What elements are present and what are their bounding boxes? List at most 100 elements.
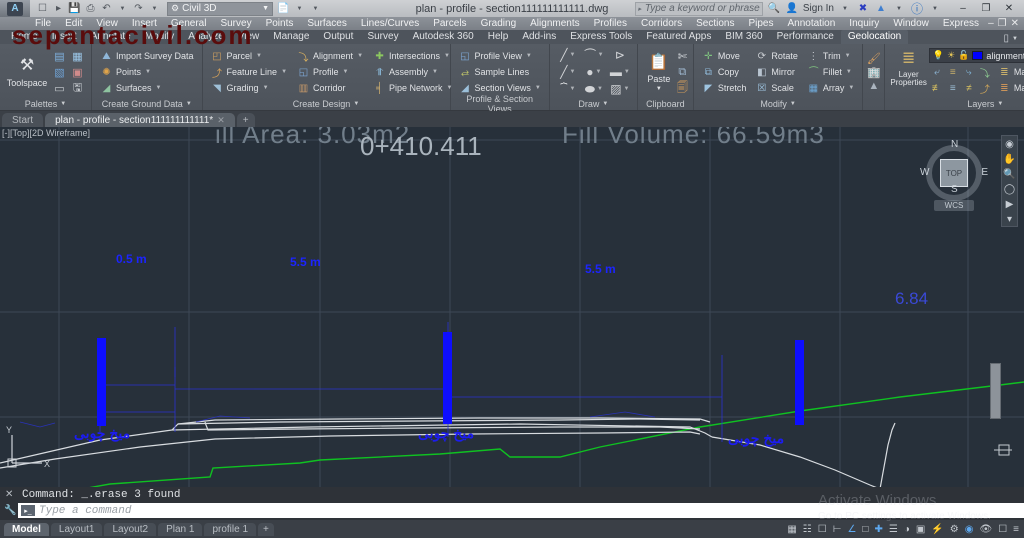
menu-item-profiles[interactable]: Profiles (587, 18, 634, 29)
command-settings-icon[interactable]: 🔧 (4, 505, 16, 516)
layer-freeze-icon[interactable]: ⤷ (961, 65, 977, 79)
transparency-icon[interactable]: ◑ (904, 524, 910, 535)
new-document-tab-button[interactable]: + (236, 113, 255, 127)
menu-item-surfaces[interactable]: Surfaces (300, 18, 353, 29)
ribbon-tab-autodesk360[interactable]: Autodesk 360 (406, 30, 481, 44)
ribbon-tab-home[interactable]: Home (4, 30, 45, 44)
layout-tab-layout2[interactable]: Layout2 (104, 522, 157, 536)
layer-on-icon[interactable]: ≢ (929, 81, 945, 95)
close-icon[interactable]: ✕ (217, 115, 225, 126)
pipe-network-button[interactable]: ╡ Pipe Network ▼ (370, 81, 455, 96)
viewcube[interactable]: TOP N S E W WCS (920, 137, 988, 211)
line-icon[interactable]: ╱ ▼ (555, 47, 581, 64)
move-button[interactable]: ✛ Move (699, 49, 750, 64)
arc-icon[interactable]: ⏜ ▼ (581, 47, 607, 64)
sheet-set-icon[interactable]: ▧ (51, 65, 68, 80)
layers-panel-label[interactable]: Layers ▼ (888, 98, 1024, 110)
snap-mode-icon[interactable]: ☐ (818, 524, 827, 535)
annotation-scale-icon[interactable]: ▣ (916, 524, 925, 535)
steering-wheel-icon[interactable]: ◉ (1005, 139, 1014, 150)
ribbon-tab-analyze[interactable]: Analyze (181, 30, 231, 44)
doc-restore-button[interactable]: ❐ (998, 18, 1007, 29)
wcs-selector[interactable]: WCS (934, 200, 974, 211)
viewcube-west-label[interactable]: W (920, 167, 929, 178)
ribbon-minimize-icon[interactable]: ▼ (1012, 36, 1018, 42)
rotate-button[interactable]: ⟳ Rotate (752, 49, 801, 64)
layer-control-dropdown[interactable]: 💡 ☀ 🔓 alignment ▼ (928, 48, 1024, 63)
clipboard-panel-label[interactable]: Clipboard (641, 98, 690, 110)
points-button[interactable]: ✺ Points ▼ (97, 65, 197, 80)
ribbon-tab-addins[interactable]: Add-ins (515, 30, 563, 44)
ribbon-tab-survey[interactable]: Survey (360, 30, 405, 44)
surfaces-button[interactable]: ◢ Surfaces ▼ (97, 81, 197, 96)
palettes-panel-label[interactable]: Palettes ▼ (3, 98, 88, 110)
zoom-icon[interactable]: 🔍 (1003, 169, 1015, 180)
menu-item-grading[interactable]: Grading (474, 18, 524, 29)
grading-button[interactable]: ◥ Grading ▼ (208, 81, 291, 96)
copy-icon[interactable]: ⧉ (677, 65, 688, 80)
menu-item-points[interactable]: Points (259, 18, 301, 29)
lightbulb-icon[interactable]: 💡 (933, 50, 944, 61)
ribbon-tab-annotate[interactable]: Annotate (84, 30, 138, 44)
layer-lock-icon[interactable]: ⤵ (977, 65, 993, 80)
rectangle-icon[interactable]: ▬ ▼ (607, 64, 633, 81)
navigation-dropdown-icon[interactable]: ▾ (1007, 214, 1012, 225)
drawing-canvas[interactable]: ill Area: 3.03m2 Fill Volume: 66.59m3 0+… (0, 127, 1024, 487)
menu-item-insert[interactable]: Insert (125, 18, 164, 29)
menu-item-alignments[interactable]: Alignments (523, 18, 586, 29)
menu-item-window[interactable]: Window (886, 18, 936, 29)
model-space-icon[interactable]: ▦ (787, 524, 796, 535)
paste-button[interactable]: 📋 Paste ▼ (643, 52, 675, 92)
command-input[interactable]: ▸_ Type a command (18, 503, 1024, 518)
draw-panel-label[interactable]: Draw ▼ (553, 98, 634, 110)
layout-tab-plan1[interactable]: Plan 1 (158, 522, 203, 536)
ribbon-tab-insert[interactable]: Insert (45, 30, 84, 44)
ribbon-tab-performance[interactable]: Performance (770, 30, 841, 44)
layer-merge-icon[interactable]: ⤴ (977, 81, 993, 96)
isolate-objects-icon[interactable]: 👁 (979, 524, 992, 535)
create-ground-data-panel-label[interactable]: Create Ground Data ▼ (95, 98, 199, 110)
annotation-visibility-icon[interactable]: ⚡ (931, 524, 943, 535)
create-design-panel-label[interactable]: Create Design ▼ (206, 98, 447, 110)
panorama-icon[interactable]: ▭ (51, 81, 68, 96)
viewcube-east-label[interactable]: E (981, 167, 988, 178)
layer-isolate-icon[interactable]: ≡ (945, 65, 961, 79)
sun-icon[interactable]: ☀ (947, 50, 955, 61)
layout-tab-model[interactable]: Model (4, 522, 49, 536)
block-icon[interactable]: 🏢 (867, 66, 881, 79)
viewcube-top-face[interactable]: TOP (940, 159, 968, 187)
doc-close-button[interactable]: ✕ (1011, 18, 1019, 29)
make-current-button[interactable]: ≣ Make Current (995, 66, 1024, 79)
menu-item-pipes[interactable]: Pipes (741, 18, 780, 29)
menu-item-file[interactable]: File (28, 18, 58, 29)
save-palette-icon[interactable]: 🖫 (69, 81, 86, 96)
showmotion-icon[interactable]: ▶ (1006, 199, 1014, 210)
layer-off-icon[interactable]: ⤶ (929, 65, 945, 79)
layout-tab-layout1[interactable]: Layout1 (50, 522, 103, 536)
copy-objects-button[interactable]: ⧉ Copy (699, 65, 750, 80)
polar-tracking-icon[interactable]: ∠ (847, 524, 856, 535)
doc-minimize-button[interactable]: – (988, 18, 994, 29)
spline-icon[interactable]: ⏞ ▼ (555, 81, 581, 98)
ribbon-tab-bim360[interactable]: BIM 360 (718, 30, 769, 44)
menu-item-survey[interactable]: Survey (213, 18, 258, 29)
array-button[interactable]: ▦ Array ▼ (804, 81, 857, 96)
layer-unlock-icon[interactable]: ≠ (961, 81, 977, 95)
profile-view-button[interactable]: ◱ Profile View ▼ (456, 49, 544, 64)
cut-icon[interactable]: ✄ (677, 49, 688, 64)
orbit-icon[interactable]: ◯ (1004, 184, 1015, 195)
grid-display-icon[interactable]: ☷ (803, 524, 812, 535)
menu-item-edit[interactable]: Edit (58, 18, 89, 29)
customization-icon[interactable]: ≡ (1013, 524, 1019, 535)
clean-screen-icon[interactable]: ☐ (998, 524, 1007, 535)
match-layer-button[interactable]: ≣ Match Layer (995, 82, 1024, 95)
modify-panel-label[interactable]: Modify ▼ (697, 98, 860, 110)
fillet-button[interactable]: ⏜ Fillet ▼ (804, 65, 857, 80)
ortho-mode-icon[interactable]: ⊢ (833, 524, 842, 535)
viewcube-north-label[interactable]: N (951, 139, 958, 150)
hardware-accel-icon[interactable]: ◉ (965, 524, 974, 535)
parcel-button[interactable]: ◰ Parcel ▼ (208, 49, 291, 64)
hatch-icon[interactable]: ▨ ▼ (607, 81, 633, 98)
menu-item-lines-curves[interactable]: Lines/Curves (354, 18, 426, 29)
ribbon-tab-modify[interactable]: Modify (138, 30, 181, 44)
